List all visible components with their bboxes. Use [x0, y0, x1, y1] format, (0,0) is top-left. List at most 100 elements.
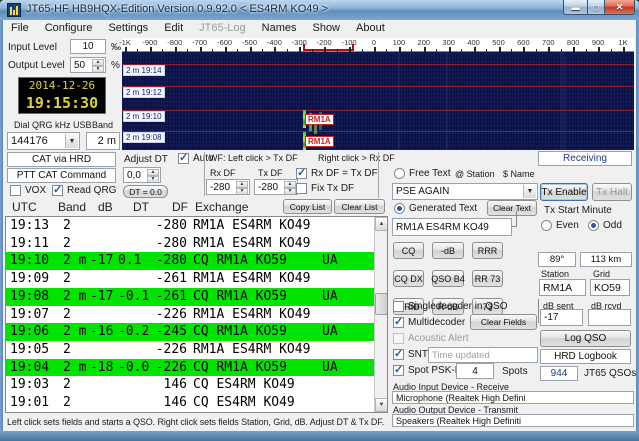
- odd-radio[interactable]: Odd: [588, 220, 622, 231]
- singledecoder-checkbox[interactable]: Singledecoder in QSO: [393, 301, 508, 312]
- decode-row[interactable]: 19:052-226RM1A ES4RM KO49: [6, 341, 374, 359]
- decode-row[interactable]: 19:102 m-170.1-280CQ RM1A KO59UA: [6, 252, 374, 270]
- decode-row[interactable]: 19:112-280RM1A ES4RM KO49: [6, 235, 374, 253]
- rx-eq-tx-checkbox[interactable]: Rx DF = Tx DF: [296, 168, 378, 179]
- log-qso-button[interactable]: Log QSO: [540, 330, 631, 347]
- waterfall-display[interactable]: 2 m 19:142 m 19:122 m 19:102 m 19:08RM1A…: [122, 52, 634, 150]
- clear-text-button[interactable]: Clear Text: [487, 200, 537, 216]
- decode-row[interactable]: 19:082 m-17-0.1-261CQ RM1A KO59UA: [6, 288, 374, 306]
- scroll-down-icon[interactable]: ▼: [375, 398, 388, 412]
- ruler-label: 200: [418, 38, 431, 47]
- menu-settings[interactable]: Settings: [100, 21, 156, 35]
- frequency-ruler: -1K-900-800-700-600-500-400-300-200-1000…: [122, 38, 634, 52]
- clear-list-button[interactable]: Clear List: [334, 199, 385, 214]
- window-frame-bottom: [0, 431, 639, 441]
- decode-row[interactable]: 19:012146CQ ES4RM KO49: [6, 394, 374, 412]
- rx-df-spinner[interactable]: -280 ▲▼: [206, 179, 250, 195]
- macro-button-qso-b4[interactable]: QSO B4: [432, 270, 464, 287]
- scrollbar-thumb[interactable]: [375, 293, 388, 315]
- tx-enable-button[interactable]: Tx Enable: [540, 183, 588, 201]
- macro-button-rrr[interactable]: RRR: [472, 242, 503, 259]
- macro-button--db[interactable]: -dB: [432, 242, 464, 259]
- tx-start-minute-label: Tx Start Minute: [544, 205, 612, 216]
- free-text-radio[interactable]: Free Text: [394, 168, 451, 179]
- menu-jt65-log[interactable]: JT65-Log: [191, 21, 253, 35]
- menu-show[interactable]: Show: [304, 21, 348, 35]
- scroll-up-icon[interactable]: ▲: [375, 217, 388, 231]
- decode-row[interactable]: 19:072-226RM1A ES4RM KO49: [6, 306, 374, 324]
- rx-df-spin-arrows[interactable]: ▲▼: [236, 181, 248, 193]
- qrg-combo[interactable]: 144176▼: [7, 132, 80, 150]
- menu-edit[interactable]: Edit: [156, 21, 191, 35]
- generated-text-radio[interactable]: Generated Text: [394, 203, 477, 214]
- fix-tx-df-checkbox[interactable]: Fix Tx DF: [296, 183, 354, 194]
- app-icon: [7, 3, 21, 17]
- decode-row[interactable]: 19:062 m-16-0.2-245CQ RM1A KO59UA: [6, 323, 374, 341]
- decode-row[interactable]: 19:042 m-18-0.0-226CQ RM1A KO59UA: [6, 359, 374, 377]
- band-display: 2 m: [86, 132, 120, 150]
- col-header-utc: UTC: [12, 200, 37, 214]
- copy-list-button[interactable]: Copy List: [283, 199, 332, 214]
- decode-row[interactable]: 19:032146CQ ES4RM KO49: [6, 376, 374, 394]
- db-rcvd-field[interactable]: [588, 309, 631, 326]
- decode-table[interactable]: 19:132-280RM1A ES4RM KO4919:112-280RM1A …: [5, 216, 388, 413]
- ruler-label: 500: [492, 38, 505, 47]
- decode-row[interactable]: 19:092-261RM1A ES4RM KO49: [6, 270, 374, 288]
- spots-label: Spots: [502, 366, 528, 377]
- ruler-label: -400: [267, 38, 282, 47]
- time-updated-display: Time updated: [428, 347, 538, 363]
- ruler-label: -1K: [119, 38, 131, 47]
- free-text-combo[interactable]: PSE AGAIN▼: [392, 183, 538, 200]
- minimize-button[interactable]: ▬: [563, 0, 588, 15]
- hrd-logbook-button[interactable]: HRD Logbook: [540, 349, 631, 364]
- clear-fields-button[interactable]: Clear Fields: [470, 314, 537, 330]
- spots-count-field[interactable]: 4: [456, 363, 494, 379]
- tx-df-spinner[interactable]: -280 ▲▼: [254, 179, 298, 195]
- tx-df-spin-arrows[interactable]: ▲▼: [284, 181, 296, 193]
- menu-file[interactable]: File: [3, 21, 37, 35]
- dt-spinner[interactable]: 0,0 ▲▼: [123, 167, 161, 183]
- input-level-field[interactable]: 10: [70, 39, 106, 54]
- wf-hint-right: Right click > Rx DF: [318, 153, 395, 163]
- output-level-spinner[interactable]: 50 ▲▼: [70, 57, 106, 73]
- ruler-label: 400: [467, 38, 480, 47]
- waterfall-signal-marker[interactable]: RM1A: [305, 114, 334, 125]
- db-sent-field[interactable]: -17: [540, 309, 583, 326]
- clock-date: 2014-12-26: [19, 78, 105, 94]
- menu-about[interactable]: About: [348, 21, 393, 35]
- menu-configure[interactable]: Configure: [37, 21, 101, 35]
- qso-count-label: JT65 QSOs: [584, 368, 636, 379]
- multidecoder-checkbox[interactable]: Multidecoder: [393, 317, 465, 328]
- macro-button-cq[interactable]: CQ: [393, 242, 424, 259]
- waterfall-signal-marker[interactable]: RM1A: [305, 136, 334, 147]
- read-qrg-checkbox[interactable]: Read QRG: [52, 185, 116, 196]
- name-macro-hint: $ Name: [503, 169, 535, 179]
- audio-output-device-field[interactable]: Speakers (Realtek High Definiti: [392, 414, 634, 427]
- period-line: [122, 64, 634, 65]
- vox-checkbox[interactable]: VOX: [10, 185, 46, 196]
- station-field[interactable]: RM1A: [539, 279, 586, 296]
- macro-button-cq-dx[interactable]: CQ DX: [393, 270, 424, 287]
- ruler-label: 1K: [618, 38, 627, 47]
- tx-halt-button[interactable]: Tx Halt: [592, 183, 632, 201]
- title-bar[interactable]: JT65-HF HB9HQX-Edition Version 0.9.92.0 …: [0, 0, 639, 20]
- grid-field[interactable]: KO59: [590, 279, 630, 296]
- free-text-combo-arrow-icon[interactable]: ▼: [523, 185, 536, 198]
- even-radio[interactable]: Even: [541, 220, 579, 231]
- audio-input-device-field[interactable]: Microphone (Realtek High Defini: [392, 391, 634, 404]
- dt-spin-arrows[interactable]: ▲▼: [147, 169, 159, 181]
- menu-names[interactable]: Names: [254, 21, 305, 35]
- maximize-button[interactable]: ◻: [588, 0, 605, 15]
- decode-row[interactable]: 19:132-280RM1A ES4RM KO49: [6, 217, 374, 235]
- waterfall-noise-streak: [560, 52, 566, 150]
- macro-button-rr-73[interactable]: RR 73: [472, 270, 503, 287]
- qrg-combo-arrow-icon[interactable]: ▼: [65, 134, 78, 148]
- scrollbar[interactable]: ▲ ▼: [374, 217, 387, 412]
- acoustic-alert-checkbox[interactable]: Acoustic Alert: [393, 333, 469, 344]
- generated-text-field[interactable]: RM1A ES4RM KO49: [392, 218, 512, 236]
- cat-via-hrd-button[interactable]: CAT via HRD: [7, 152, 116, 167]
- ptt-cat-command-button[interactable]: PTT CAT Command: [7, 168, 116, 183]
- output-level-spin-arrows[interactable]: ▲▼: [92, 59, 104, 71]
- close-button[interactable]: ✕: [605, 0, 635, 15]
- divider: [378, 152, 379, 198]
